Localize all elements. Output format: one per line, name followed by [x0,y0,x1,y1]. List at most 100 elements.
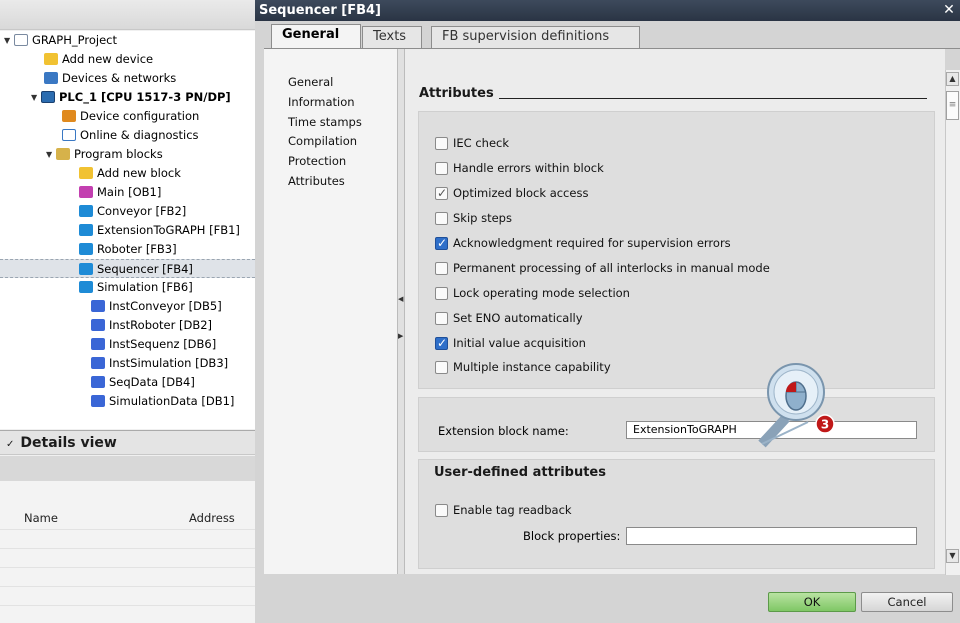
scroll-down-icon[interactable]: ▼ [946,549,959,563]
collapse-arrow-icon[interactable]: ✓ [6,439,14,450]
details-divider [0,567,255,568]
fb-icon [79,243,93,255]
tab-general[interactable]: General [271,24,361,48]
details-divider [0,548,255,549]
nav-compilation[interactable]: Compilation [288,132,357,151]
checkbox-box[interactable] [435,262,448,275]
mouse-click-callout-icon: 3 [758,363,835,448]
splitter-right-arrow-icon[interactable]: ▶ [398,332,403,340]
checkbox-skip-steps[interactable]: Skip steps [435,210,512,226]
tree-item-program-blocks[interactable]: ▼ Program blocks [0,145,255,164]
scroll-thumb[interactable]: ≡ [946,91,959,120]
pane-splitter[interactable] [397,49,405,574]
tree-item-simulation-data[interactable]: SimulationData [DB1] [0,392,255,411]
tree-item-seq-data[interactable]: SeqData [DB4] [0,373,255,392]
db-icon [91,395,105,407]
add-block-icon [79,167,93,179]
splitter-left-arrow-icon[interactable]: ◀ [398,295,403,303]
tree-item-add-new-block[interactable]: Add new block [0,164,255,183]
plc-icon [41,91,55,103]
tree-item-simulation[interactable]: Simulation [FB6] [0,278,255,297]
tree-item-devices-networks[interactable]: Devices & networks [0,69,255,88]
block-properties-field[interactable] [626,527,917,545]
details-toolbar [0,456,255,481]
extension-label: Extension block name: [438,424,569,438]
user-defined-heading: User-defined attributes [434,465,606,480]
db-icon [91,357,105,369]
ob-icon [79,186,93,198]
db-icon [91,300,105,312]
details-col-name[interactable]: Name [24,508,58,528]
tree-item-extension-to-graph[interactable]: ExtensionToGRAPH [FB1] [0,221,255,240]
expand-arrow-icon[interactable]: ▼ [46,145,56,164]
expand-arrow-icon[interactable]: ▼ [4,31,14,50]
tree-item-add-new-device[interactable]: Add new device [0,50,255,69]
tree-item-plc[interactable]: ▼ PLC_1 [CPU 1517-3 PN/DP] [0,88,255,107]
vertical-scrollbar[interactable] [945,70,960,575]
ok-button[interactable]: OK [768,592,856,612]
folder-icon [56,148,70,160]
checkbox-enable-tag-readback[interactable]: Enable tag readback [435,502,572,518]
tree-item-inst-sequenz[interactable]: InstSequenz [DB6] [0,335,255,354]
dialog-title-bar: Sequencer [FB4] [255,0,960,21]
project-tree-panel: ▼ GRAPH_Project Add new device Devices & … [0,0,255,623]
checkbox-multiple-instance[interactable]: Multiple instance capability [435,359,611,375]
checkbox-handle-errors[interactable]: Handle errors within block [435,160,604,176]
db-icon [91,319,105,331]
expand-arrow-icon[interactable]: ▼ [31,88,41,107]
details-divider [0,586,255,587]
nav-protection[interactable]: Protection [288,152,346,171]
tree-item-project[interactable]: ▼ GRAPH_Project [0,31,255,50]
tab-texts[interactable]: Texts [362,26,422,48]
checkbox-box[interactable] [435,312,448,325]
checkbox-iec-check[interactable]: IEC check [435,135,509,151]
checkbox-box[interactable] [435,504,448,517]
checkbox-optimized-access[interactable]: Optimized block access [435,185,588,201]
checkbox-initial-value[interactable]: Initial value acquisition [435,335,586,351]
checkbox-box[interactable] [435,335,448,351]
checkbox-acknowledgment[interactable]: Acknowledgment required for supervision … [435,235,731,251]
nav-general[interactable]: General [288,73,333,92]
tree-item-main[interactable]: Main [OB1] [0,183,255,202]
device-config-icon [62,110,76,122]
checkbox-lock-mode[interactable]: Lock operating mode selection [435,285,630,301]
checkbox-box[interactable] [435,137,448,150]
checkbox-box[interactable] [435,361,448,374]
nav-attributes[interactable]: Attributes [288,172,345,191]
checkbox-box[interactable] [435,162,448,175]
tree-item-inst-roboter[interactable]: InstRoboter [DB2] [0,316,255,335]
db-icon [91,338,105,350]
project-tree: ▼ GRAPH_Project Add new device Devices & … [0,31,255,429]
nav-time-stamps[interactable]: Time stamps [288,113,362,132]
add-device-icon [44,53,58,65]
tree-item-conveyor[interactable]: Conveyor [FB2] [0,202,255,221]
tree-item-inst-simulation[interactable]: InstSimulation [DB3] [0,354,255,373]
tab-fb-supervision[interactable]: FB supervision definitions [431,26,640,48]
checkbox-box[interactable] [435,235,448,251]
tree-item-online-diagnostics[interactable]: Online & diagnostics [0,126,255,145]
details-divider [0,529,255,530]
tree-item-sequencer[interactable]: Sequencer [FB4] [0,259,255,278]
nav-information[interactable]: Information [288,93,355,112]
checkbox-box[interactable] [435,212,448,225]
attributes-heading: Attributes [419,86,494,101]
tree-item-inst-conveyor[interactable]: InstConveyor [DB5] [0,297,255,316]
tree-item-device-configuration[interactable]: Device configuration [0,107,255,126]
checkbox-permanent-interlocks[interactable]: Permanent processing of all interlocks i… [435,260,770,276]
details-view-header[interactable]: ✓ Details view [0,430,255,455]
details-divider [0,605,255,606]
fb-icon [79,205,93,217]
checkbox-box[interactable] [435,185,448,201]
close-icon[interactable]: ✕ [940,0,958,21]
scroll-up-icon[interactable]: ▲ [946,72,959,86]
fb-icon [79,281,93,293]
checkbox-set-eno[interactable]: Set ENO automatically [435,310,583,326]
checkbox-box[interactable] [435,287,448,300]
attributes-content: Attributes IEC check Handle errors withi… [405,49,945,574]
details-col-address[interactable]: Address [189,508,235,528]
tree-item-roboter[interactable]: Roboter [FB3] [0,240,255,259]
callout-number: 3 [821,418,829,432]
cancel-button[interactable]: Cancel [861,592,953,612]
project-icon [14,34,28,46]
heading-rule [499,98,927,99]
